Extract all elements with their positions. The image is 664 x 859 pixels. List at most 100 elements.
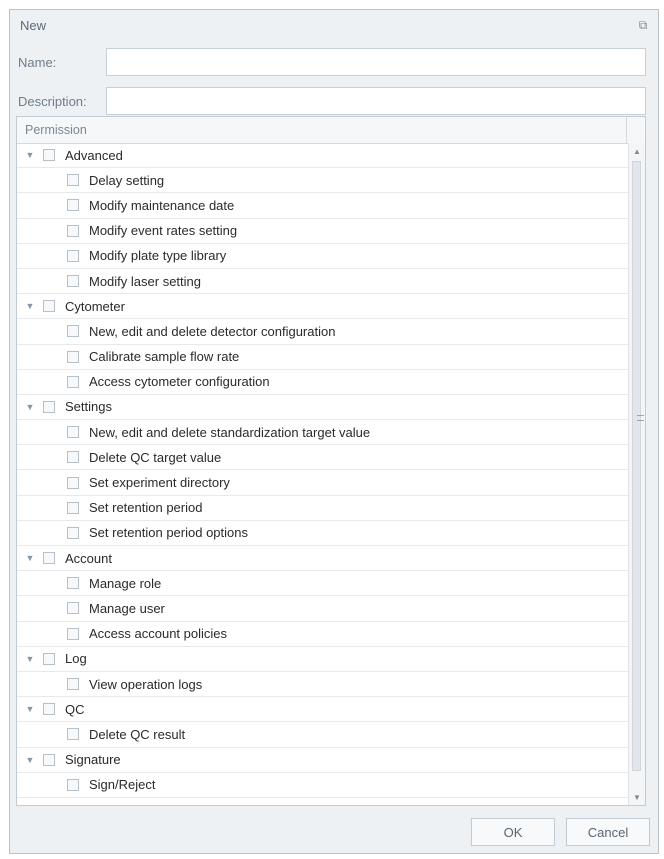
group-label: Settings [65, 399, 112, 415]
collapse-arrow-icon[interactable]: ▼ [23, 150, 37, 160]
group-checkbox[interactable] [43, 400, 55, 413]
permission-checkbox[interactable] [67, 627, 79, 640]
name-input[interactable] [106, 48, 646, 76]
collapse-arrow-icon[interactable]: ▼ [23, 704, 37, 714]
scrollbar-thumb[interactable] [632, 161, 644, 771]
permission-checkbox[interactable] [67, 275, 79, 288]
permission-item[interactable]: Sign/Reject [17, 773, 629, 798]
permission-item[interactable]: Delay setting [17, 168, 629, 194]
permission-item[interactable]: Set retention period [17, 496, 629, 521]
permission-group[interactable]: ▼ Cytometer [17, 294, 629, 320]
permission-label: Modify plate type library [89, 248, 227, 264]
title-bar[interactable]: New ⧉ [10, 10, 658, 40]
permission-checkbox[interactable] [67, 602, 79, 615]
permission-checkbox[interactable] [67, 451, 79, 464]
permission-checkbox[interactable] [67, 426, 79, 439]
permission-item[interactable]: Calibrate sample flow rate [17, 345, 629, 370]
permission-item[interactable]: Modify event rates setting [17, 219, 629, 244]
permission-label: Manage role [89, 575, 162, 591]
group-label: Advanced [65, 147, 123, 163]
collapse-arrow-icon[interactable]: ▼ [23, 301, 37, 311]
ok-button[interactable]: OK [471, 818, 555, 846]
permission-checkbox[interactable] [67, 249, 79, 262]
permission-header-label: Permission [25, 123, 87, 137]
permission-label: Manage user [89, 600, 165, 616]
permission-label: View operation logs [89, 676, 203, 692]
permission-item[interactable]: Set retention period options [17, 521, 629, 546]
dialog-title: New [20, 17, 47, 33]
permission-item[interactable]: Manage user [17, 596, 629, 622]
permission-checkbox[interactable] [67, 224, 79, 237]
permission-group[interactable]: ▼ Log [17, 647, 629, 672]
permission-item[interactable]: Modify plate type library [17, 244, 629, 269]
permission-checkbox[interactable] [67, 199, 79, 212]
permission-column-header[interactable]: Permission [17, 117, 645, 144]
scroll-up-arrow-icon[interactable]: ▲ [629, 143, 645, 159]
description-row: Description: [18, 87, 112, 115]
permission-item[interactable]: Modify maintenance date [17, 193, 629, 219]
permission-label: Access account policies [89, 626, 228, 642]
permission-label: Access cytometer configuration [89, 374, 270, 390]
permission-label: Delete QC target value [89, 449, 222, 465]
collapse-arrow-icon[interactable]: ▼ [23, 755, 37, 765]
group-label: Account [65, 550, 112, 566]
permission-item[interactable]: Modify laser setting [17, 269, 629, 295]
permission-tree: Permission ▼ Advanced Delay setting Modify … [16, 116, 646, 806]
permission-checkbox[interactable] [67, 501, 79, 514]
column-separator [626, 117, 627, 143]
group-checkbox[interactable] [43, 652, 55, 665]
description-label: Description: [18, 93, 87, 109]
permission-label: Set retention period options [89, 525, 248, 541]
permission-label: Modify event rates setting [89, 223, 238, 239]
permission-checkbox[interactable] [67, 577, 79, 590]
permission-group[interactable]: ▼ Settings [17, 395, 629, 421]
permission-checkbox[interactable] [67, 526, 79, 539]
permission-checkbox[interactable] [67, 350, 79, 363]
permission-checkbox[interactable] [67, 678, 79, 691]
collapse-arrow-icon[interactable]: ▼ [23, 402, 37, 412]
permission-group[interactable]: ▼ Signature [17, 748, 629, 773]
group-label: Cytometer [65, 298, 125, 314]
permission-group[interactable]: ▼ QC [17, 697, 629, 723]
name-label: Name: [18, 54, 57, 70]
permission-item[interactable]: Access cytometer configuration [17, 370, 629, 395]
permission-item[interactable]: New, edit and delete standardization tar… [17, 420, 629, 446]
collapse-arrow-icon[interactable]: ▼ [23, 553, 37, 563]
vertical-scrollbar[interactable]: ▲ ▼ [628, 143, 645, 805]
permission-label: Delay setting [89, 172, 165, 188]
group-label: QC [65, 701, 85, 717]
group-checkbox[interactable] [43, 300, 55, 313]
permission-checkbox[interactable] [67, 174, 79, 187]
permission-item[interactable]: New, edit and delete detector configurat… [17, 319, 629, 345]
permission-item[interactable]: Delete QC result [17, 722, 629, 748]
permission-label: Modify maintenance date [89, 197, 235, 213]
permission-group[interactable]: ▼ Account [17, 546, 629, 572]
permission-checkbox[interactable] [67, 728, 79, 741]
group-label: Signature [65, 752, 121, 768]
permission-item[interactable]: View operation logs [17, 672, 629, 698]
group-checkbox[interactable] [43, 552, 55, 565]
group-checkbox[interactable] [43, 703, 55, 716]
permission-item[interactable]: Set experiment directory [17, 470, 629, 496]
permission-checkbox[interactable] [67, 375, 79, 388]
permission-label: Set experiment directory [89, 475, 230, 491]
permission-item[interactable]: Delete QC target value [17, 445, 629, 471]
group-checkbox[interactable] [43, 753, 55, 766]
permission-label: New, edit and delete standardization tar… [89, 424, 371, 440]
permission-checkbox[interactable] [67, 476, 79, 489]
permission-checkbox[interactable] [67, 325, 79, 338]
collapse-arrow-icon[interactable]: ▼ [23, 654, 37, 664]
group-label: Log [65, 651, 87, 667]
description-input[interactable] [106, 87, 646, 115]
permission-group[interactable]: ▼ Advanced [17, 143, 629, 169]
permission-item[interactable]: Access account policies [17, 622, 629, 647]
cancel-button[interactable]: Cancel [566, 818, 650, 846]
scroll-down-arrow-icon[interactable]: ▼ [629, 789, 645, 805]
name-row: Name: [18, 48, 112, 76]
restore-icon[interactable]: ⧉ [636, 18, 650, 32]
permission-item[interactable]: Manage role [17, 571, 629, 597]
permission-checkbox[interactable] [67, 778, 79, 791]
permission-label: Delete QC result [89, 726, 186, 742]
permission-label: Set retention period [89, 500, 203, 516]
group-checkbox[interactable] [43, 149, 55, 162]
